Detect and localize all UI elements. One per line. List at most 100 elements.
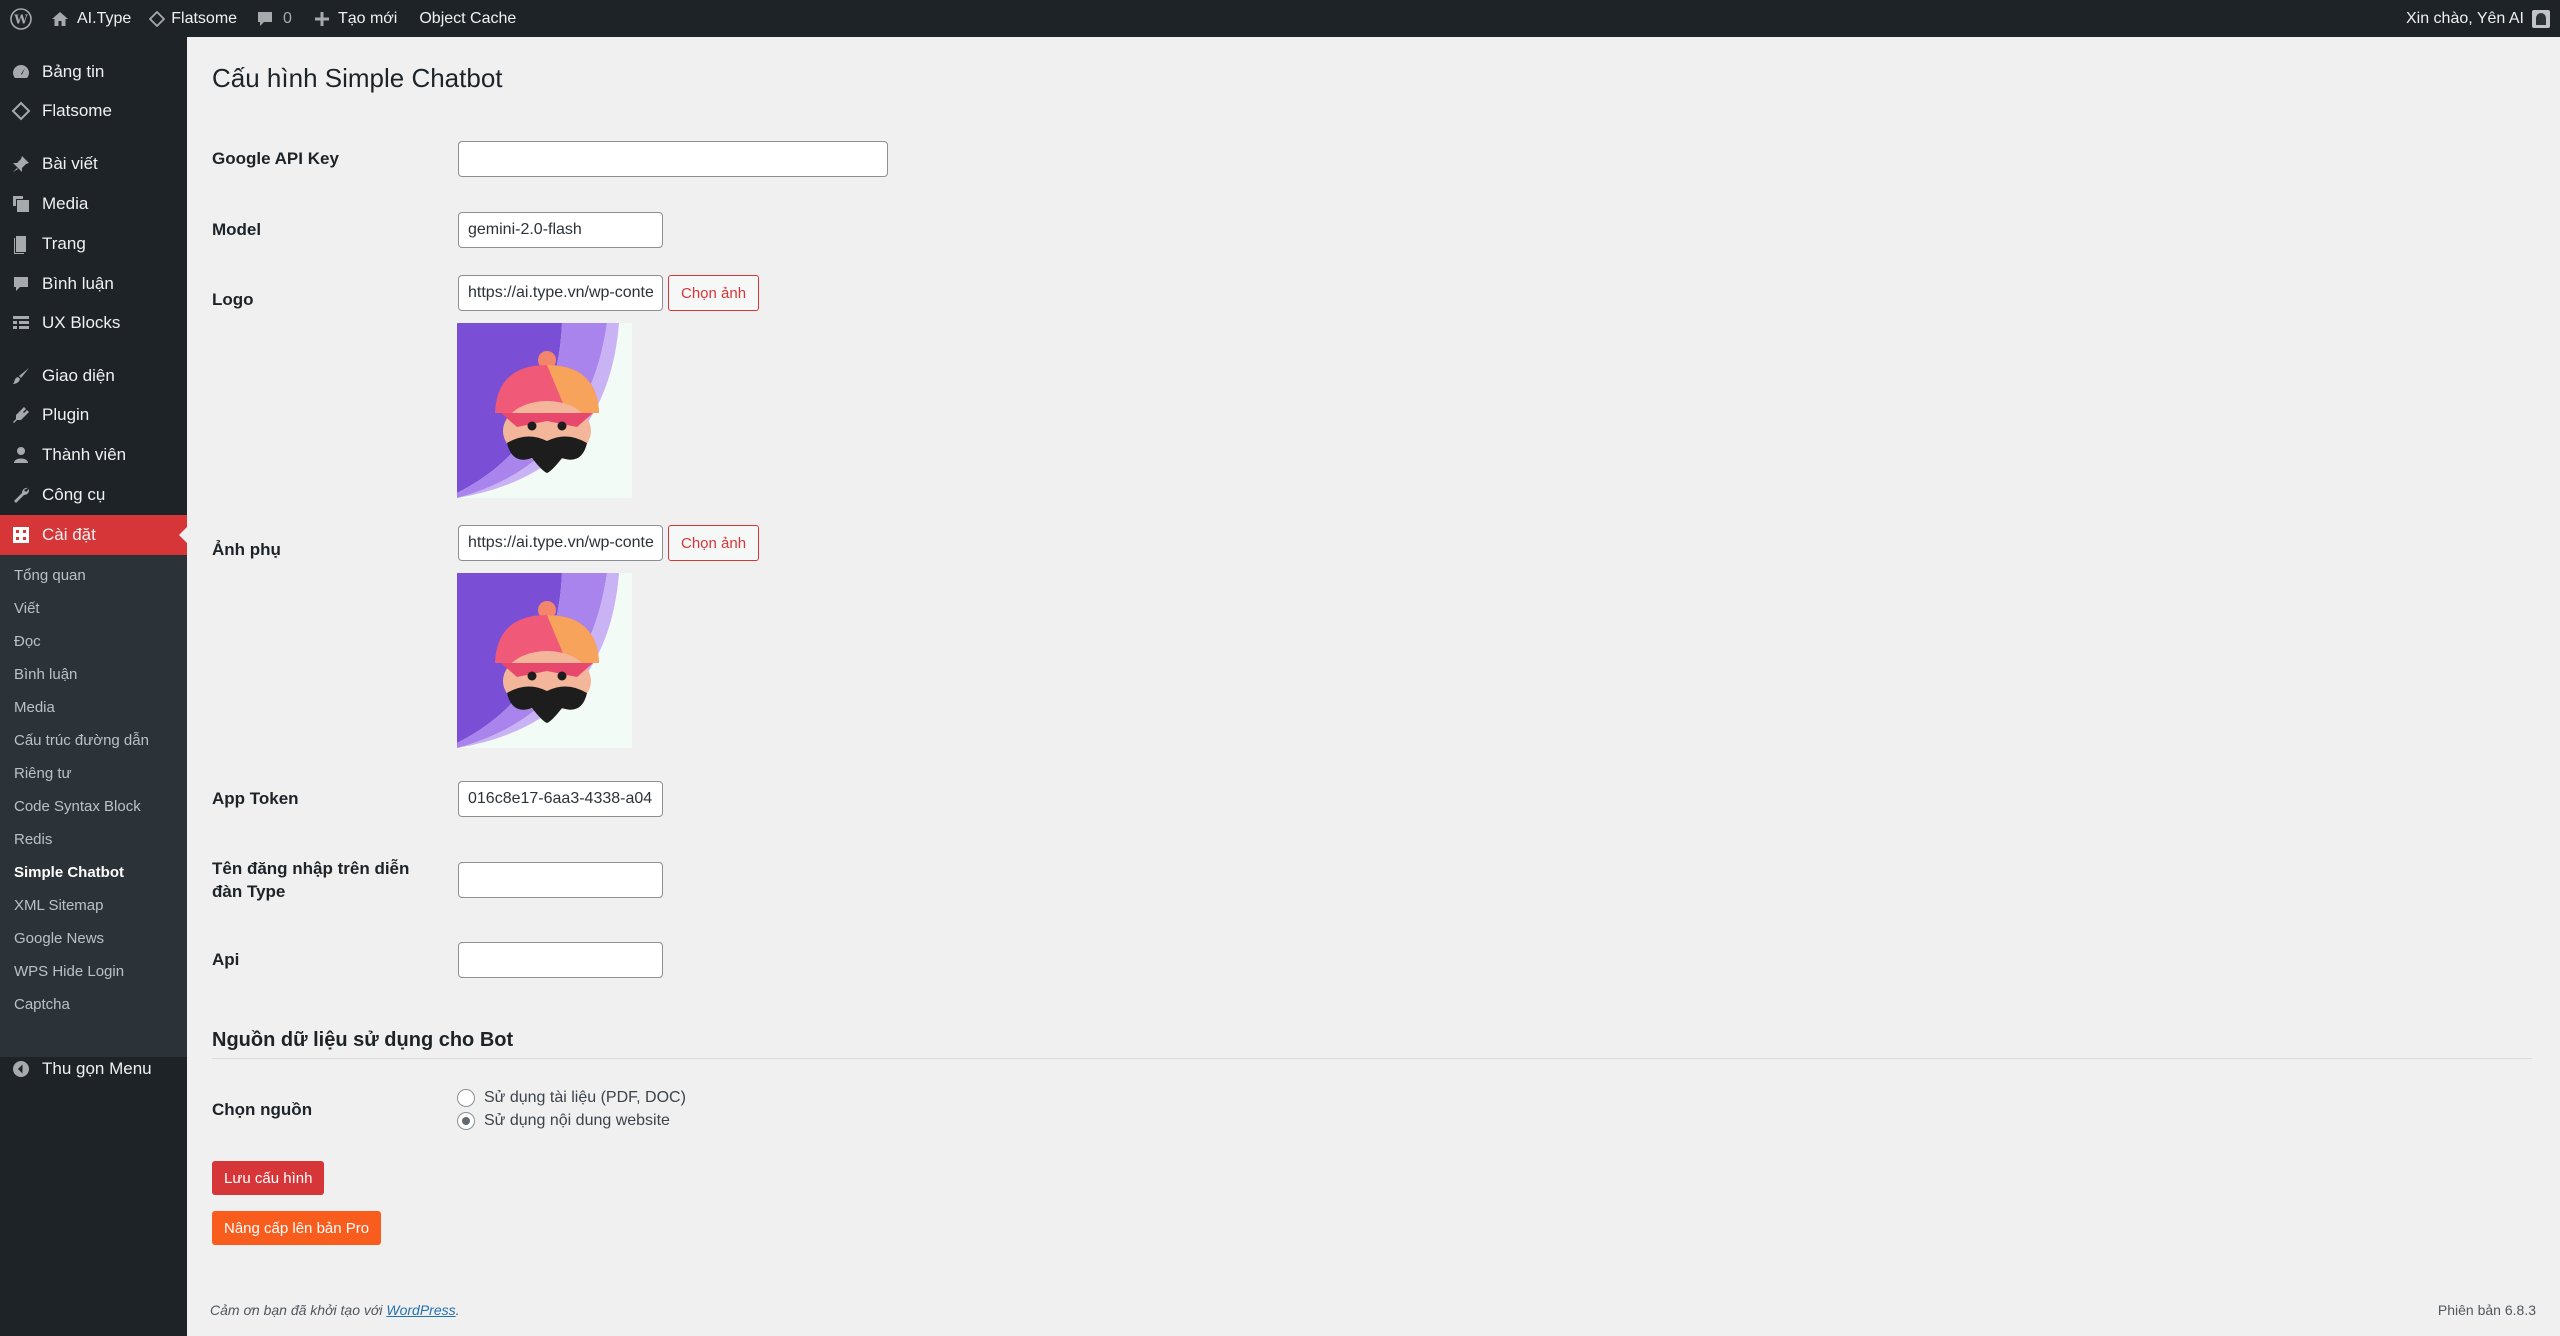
menu-tools[interactable]: Công cụ [0,475,187,515]
menu-label: Bình luận [42,274,114,293]
model-input[interactable] [458,212,663,248]
source-option-documents[interactable]: Sử dụng tài liệu (PDF, DOC) [457,1089,686,1107]
logo-label: Logo [212,290,254,309]
footer-thanks-suffix: . [455,1302,460,1318]
brush-icon [13,368,29,384]
option-label: Sử dụng tài liệu (PDF, DOC) [484,1089,686,1106]
wrench-icon [14,487,30,503]
submenu-reading[interactable]: Đọc [14,632,41,652]
logo-choose-image-button[interactable]: Chọn ảnh [668,275,760,311]
object-cache-link[interactable]: Object Cache [419,0,516,37]
submenu-google-news[interactable]: Google News [14,929,104,949]
source-option-website[interactable]: Sử dụng nội dung website [457,1112,670,1130]
submenu-wps-hide-login[interactable]: WPS Hide Login [14,962,124,982]
submenu-code-syntax-block[interactable]: Code Syntax Block [14,797,141,817]
main-content: Cấu hình Simple Chatbot Google API Key M… [212,37,2542,1297]
settings-submenu: Tổng quan Viết Đọc Bình luận Media Cấu t… [0,555,187,1057]
menu-pages[interactable]: Trang [0,224,187,264]
menu-appearance[interactable]: Giao diện [0,356,187,396]
footer-thanks-text: Cảm ơn bạn đã khởi tạo với [210,1302,387,1318]
app-token-label: App Token [212,789,299,808]
save-settings-button[interactable]: Lưu cấu hình [212,1161,325,1195]
svg-text:W: W [13,12,28,26]
plus-icon [314,11,329,26]
theme-name: Flatsome [171,9,238,27]
upgrade-pro-button[interactable]: Nâng cấp lên bản Pro [212,1211,382,1245]
collapse-arrow-icon [13,1061,29,1077]
submenu-discussion[interactable]: Bình luận [14,665,77,685]
page-title: Cấu hình Simple Chatbot [212,63,503,93]
menu-label: UX Blocks [42,313,121,332]
comment-icon [258,11,273,26]
wordpress-logo-icon[interactable]: W [2,0,39,37]
model-label: Model [212,220,262,239]
site-name-link[interactable]: AI.Type [51,0,131,37]
menu-label: Flatsome [42,101,112,120]
api-label: Api [212,950,240,969]
admin-bar: W AI.Type Flatsome 0 Tạo mới Object Cach… [0,0,2560,37]
theme-link[interactable]: Flatsome [149,0,237,37]
submenu-media[interactable]: Media [14,698,55,718]
submenu-captcha[interactable]: Captcha [14,995,70,1015]
menu-label: Công cụ [42,485,106,504]
menu-label: Media [42,194,89,213]
wordpress-link[interactable]: WordPress [386,1302,455,1318]
submenu-general[interactable]: Tổng quan [14,566,86,586]
page-icon [14,236,26,254]
home-icon [52,11,68,26]
pin-icon [13,156,29,172]
grid-icon [13,316,29,329]
menu-users[interactable]: Thành viên [0,435,187,475]
menu-posts[interactable]: Bài viết [0,144,187,184]
menu-dashboard[interactable]: Bảng tin [0,52,187,92]
diamond-icon [149,10,166,27]
footer-thanks: Cảm ơn bạn đã khởi tạo với WordPress. [210,1302,460,1318]
diamond-icon [11,101,31,121]
cache-label: Object Cache [419,9,517,27]
menu-label: Trang [42,234,86,253]
collapse-menu-button[interactable]: Thu gọn Menu [0,1049,187,1089]
menu-label: Plugin [42,405,90,424]
sub-image-url-input[interactable] [458,525,663,561]
submenu-simple-chatbot[interactable]: Simple Chatbot [14,863,124,883]
avatar [2532,9,2550,28]
comments-link[interactable]: 0 [257,0,292,37]
menu-ux-blocks[interactable]: UX Blocks [0,303,187,343]
new-label: Tạo mới [337,9,398,27]
logo-preview-image [457,323,632,498]
api-input[interactable] [458,942,663,978]
site-name: AI.Type [77,9,132,27]
menu-label: Bài viết [42,154,98,173]
menu-media[interactable]: Media [0,184,187,224]
greeting: Xin chào, Yên AI [2405,9,2524,27]
app-token-input[interactable] [458,781,663,817]
menu-plugins[interactable]: Plugin [0,395,187,435]
media-icon [13,196,29,212]
api-key-label: Google API Key [212,149,339,168]
submenu-permalinks[interactable]: Cấu trúc đường dẫn [14,731,149,751]
dashboard-icon [13,65,29,78]
submenu-privacy[interactable]: Riêng tư [14,764,72,784]
menu-flatsome[interactable]: Flatsome [0,91,187,131]
menu-label: Giao diện [42,366,115,385]
sub-image-choose-image-button[interactable]: Chọn ảnh [668,525,760,561]
api-key-input[interactable] [458,141,888,177]
admin-sidebar: Bảng tin Flatsome Bài viết Media Trang B… [0,37,187,1336]
radio-documents[interactable] [457,1089,475,1107]
submenu-writing[interactable]: Viết [14,599,40,619]
menu-label: Bảng tin [42,62,105,81]
my-account-link[interactable]: Xin chào, Yên AI [2406,0,2560,37]
footer-version: Phiên bản 6.8.3 [2437,1302,2536,1318]
user-icon [14,447,28,463]
new-content-link[interactable]: Tạo mới [314,0,397,37]
menu-comments[interactable]: Bình luận [0,264,187,304]
forum-username-input[interactable] [458,862,663,898]
comment-icon [14,277,28,291]
menu-label: Cài đặt [42,525,96,544]
radio-website[interactable] [457,1112,475,1130]
menu-settings[interactable]: Cài đặt [0,515,187,555]
plugin-icon [13,407,29,423]
submenu-redis[interactable]: Redis [14,830,52,850]
submenu-xml-sitemap[interactable]: XML Sitemap [14,896,103,916]
logo-url-input[interactable] [458,275,663,311]
